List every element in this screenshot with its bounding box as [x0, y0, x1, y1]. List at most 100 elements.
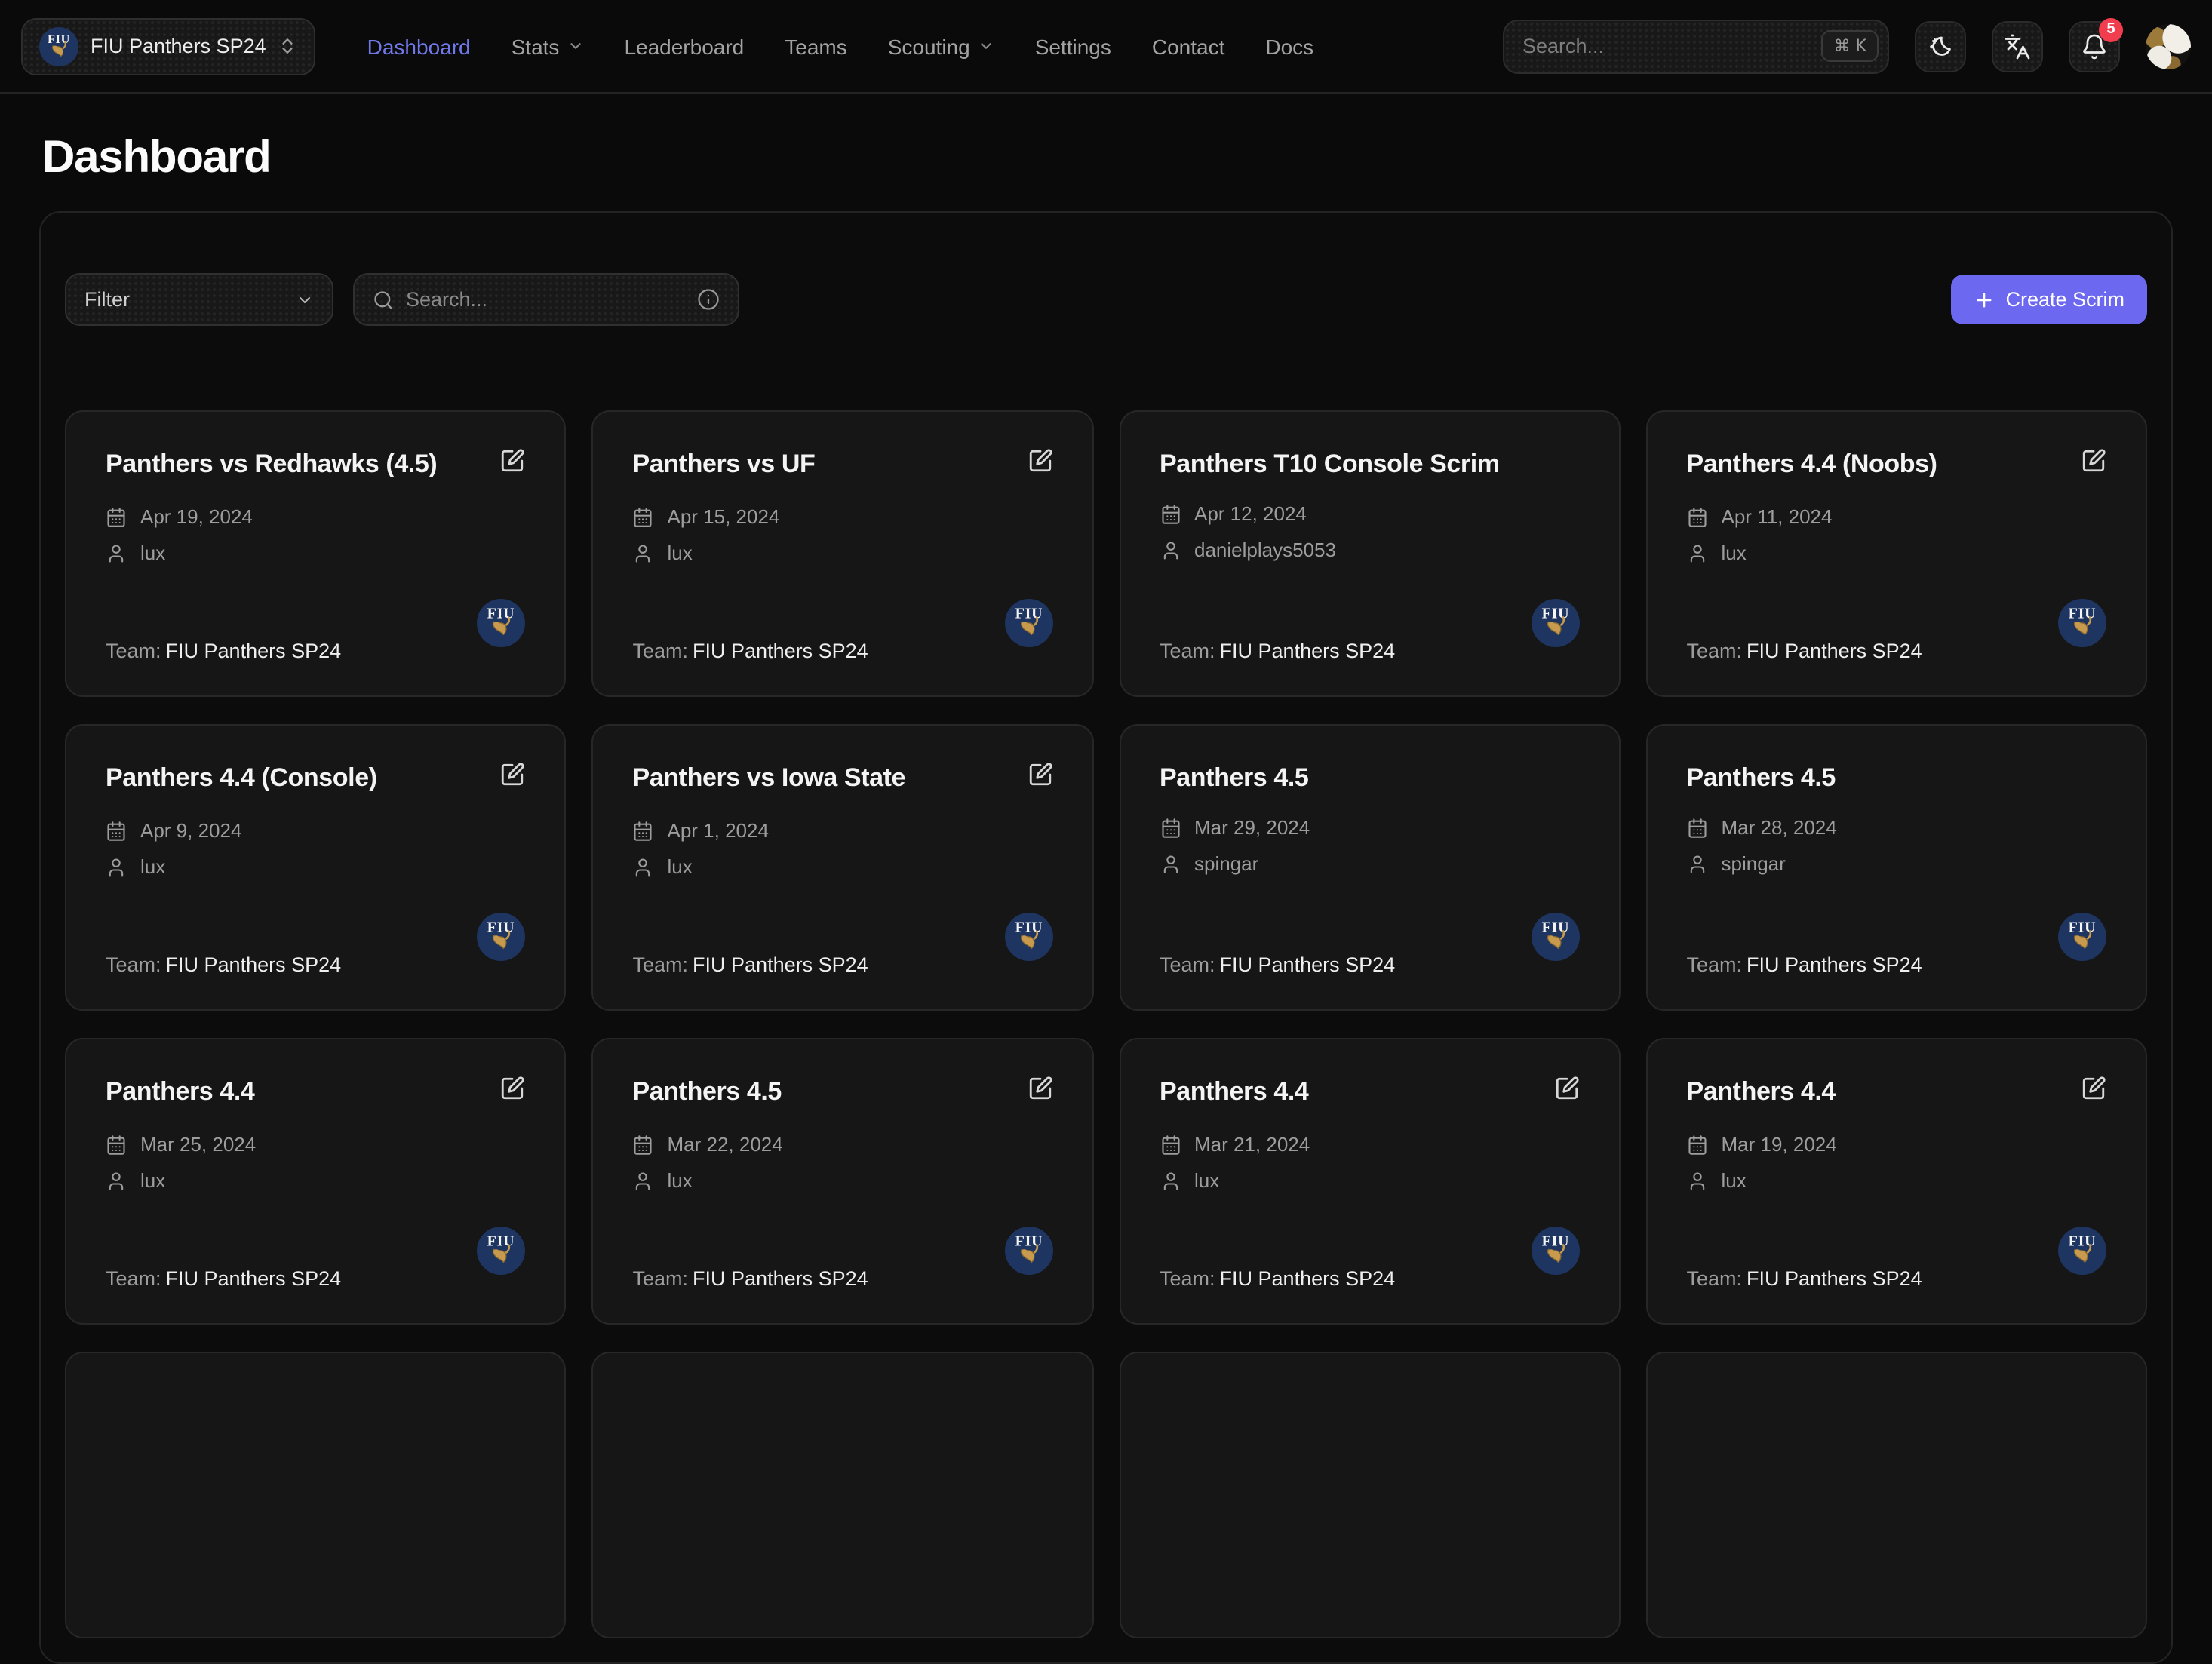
team-name: FIU Panthers SP24	[1747, 953, 1922, 976]
card-team-logo: FIU	[1004, 1227, 1052, 1275]
edit-scrim-button[interactable]	[1016, 448, 1052, 484]
search-icon	[373, 289, 394, 310]
scrim-card: Panthers vs Iowa State Apr 1, 2024	[592, 724, 1094, 1011]
svg-text:FIU: FIU	[1541, 606, 1569, 622]
language-button[interactable]	[1992, 20, 2043, 72]
scrim-date-row: Mar 21, 2024	[1160, 1133, 1580, 1156]
filter-select[interactable]: Filter	[65, 273, 333, 326]
notifications-button[interactable]: 5	[2069, 20, 2120, 72]
team-row: Team:FIU Panthers SP24	[633, 640, 1053, 662]
team-name: FIU Panthers SP24	[693, 953, 868, 976]
user-icon	[1160, 1170, 1181, 1191]
fiu-team-logo: FIU	[2058, 913, 2106, 961]
team-label: Team:	[1160, 1267, 1215, 1290]
scrim-card: Team:	[592, 1352, 1094, 1638]
team-label: Team:	[1687, 953, 1743, 976]
calendar-icon	[1160, 817, 1181, 838]
svg-text:FIU: FIU	[2069, 919, 2097, 936]
svg-text:FIU: FIU	[2069, 606, 2097, 622]
chevron-down-icon	[567, 38, 583, 54]
edit-scrim-button[interactable]	[1016, 1076, 1052, 1112]
scrim-creator: spingar	[1194, 852, 1258, 875]
scrim-date-row: Apr 1, 2024	[633, 819, 1053, 842]
user-icon	[106, 1170, 127, 1191]
chevron-down-icon	[978, 38, 994, 54]
scrim-card: Team:	[1119, 1352, 1621, 1638]
calendar-icon	[1687, 1134, 1708, 1155]
scrim-creator: lux	[1194, 1169, 1219, 1192]
team-selector[interactable]: FIU FIU Panthers SP24	[21, 17, 316, 75]
nav-link-leaderboard[interactable]: Leaderboard	[624, 34, 744, 58]
scrim-card: Panthers 4.4 Mar 19, 2024 lux	[1646, 1038, 2148, 1325]
scrim-card: Panthers 4.5 Mar 28, 2024 spingar FIU	[1646, 724, 2148, 1011]
nav-link-label: Dashboard	[367, 34, 471, 58]
calendar-icon	[633, 1134, 654, 1155]
scrim-search[interactable]	[353, 273, 739, 326]
team-name: FIU Panthers SP24	[693, 640, 868, 662]
scrim-date: Apr 12, 2024	[1194, 502, 1307, 525]
scrim-card: Team:	[65, 1352, 567, 1638]
global-search-input[interactable]	[1522, 35, 1822, 57]
nav-link-teams[interactable]: Teams	[785, 34, 846, 58]
scrim-title: Panthers T10 Console Scrim	[1160, 448, 1580, 481]
primary-nav: Dashboard Stats Leaderboard Teams Scouting Se…	[367, 34, 1314, 58]
scrim-card: Panthers 4.5 Mar 29, 2024 spingar FIU	[1119, 724, 1621, 1011]
card-team-logo: FIU	[478, 1227, 526, 1275]
calendar-icon	[106, 820, 127, 841]
edit-scrim-button[interactable]	[490, 762, 526, 798]
user-icon	[1687, 542, 1708, 563]
chevron-down-icon	[296, 290, 314, 309]
scrim-date-row: Mar 29, 2024	[1160, 816, 1580, 839]
user-icon	[633, 1170, 654, 1191]
edit-scrim-button[interactable]	[490, 1076, 526, 1112]
svg-text:FIU: FIU	[48, 32, 70, 45]
team-label: Team:	[1160, 640, 1215, 662]
scrim-date-row: Apr 9, 2024	[106, 819, 526, 842]
scrim-search-input[interactable]	[406, 288, 685, 311]
svg-text:FIU: FIU	[487, 919, 515, 936]
nav-link-settings[interactable]: Settings	[1035, 34, 1111, 58]
edit-scrim-button[interactable]	[1544, 1076, 1580, 1112]
scrim-date-row: Apr 15, 2024	[633, 505, 1053, 528]
user-icon	[106, 856, 127, 877]
team-label: Team:	[633, 640, 689, 662]
edit-scrim-button[interactable]	[490, 448, 526, 484]
user-icon	[633, 856, 654, 877]
scrim-creator: lux	[668, 855, 693, 878]
nav-link-docs[interactable]: Docs	[1265, 34, 1313, 58]
scrim-creator: lux	[1722, 542, 1747, 564]
scrim-creator: lux	[668, 542, 693, 564]
nav-link-contact[interactable]: Contact	[1152, 34, 1225, 58]
scrim-title: Panthers 4.5	[633, 1076, 1005, 1109]
fiu-team-logo: FIU	[478, 913, 526, 961]
scrim-title: Panthers 4.4	[1687, 1076, 2059, 1109]
scrim-card: Team:	[1646, 1352, 2148, 1638]
user-avatar[interactable]	[2146, 23, 2191, 69]
card-team-logo: FIU	[478, 913, 526, 961]
theme-toggle-button[interactable]	[1915, 20, 1966, 72]
edit-scrim-button[interactable]	[2070, 1076, 2106, 1112]
scrim-date-row: Apr 12, 2024	[1160, 502, 1580, 525]
global-search[interactable]: ⌘ K	[1503, 19, 1889, 73]
nav-link-dashboard[interactable]: Dashboard	[367, 34, 471, 58]
nav-link-label: Leaderboard	[624, 34, 744, 58]
scrim-creator-row: lux	[106, 542, 526, 564]
nav-link-scouting[interactable]: Scouting	[888, 34, 994, 58]
svg-text:FIU: FIU	[2069, 1233, 2097, 1250]
team-row: Team:FIU Panthers SP24	[1160, 953, 1580, 976]
scrim-creator-row: lux	[1687, 1169, 2107, 1192]
edit-scrim-button[interactable]	[2070, 448, 2106, 484]
scrim-date: Mar 19, 2024	[1722, 1133, 1837, 1156]
create-scrim-button[interactable]: Create Scrim	[1951, 275, 2147, 324]
team-label: Team:	[633, 953, 689, 976]
create-scrim-label: Create Scrim	[2005, 288, 2124, 311]
team-row: Team:FIU Panthers SP24	[1687, 1267, 2107, 1290]
nav-link-stats[interactable]: Stats	[512, 34, 584, 58]
edit-pencil-square-icon	[500, 1076, 526, 1101]
scrim-creator: lux	[668, 1169, 693, 1192]
fiu-team-logo: FIU	[1532, 599, 1580, 647]
team-name: FIU Panthers SP24	[1220, 1267, 1396, 1290]
scrim-card: Panthers 4.4 (Noobs) Apr 11, 2024	[1646, 410, 2148, 697]
scrim-creator-row: lux	[1687, 542, 2107, 564]
edit-scrim-button[interactable]	[1016, 762, 1052, 798]
